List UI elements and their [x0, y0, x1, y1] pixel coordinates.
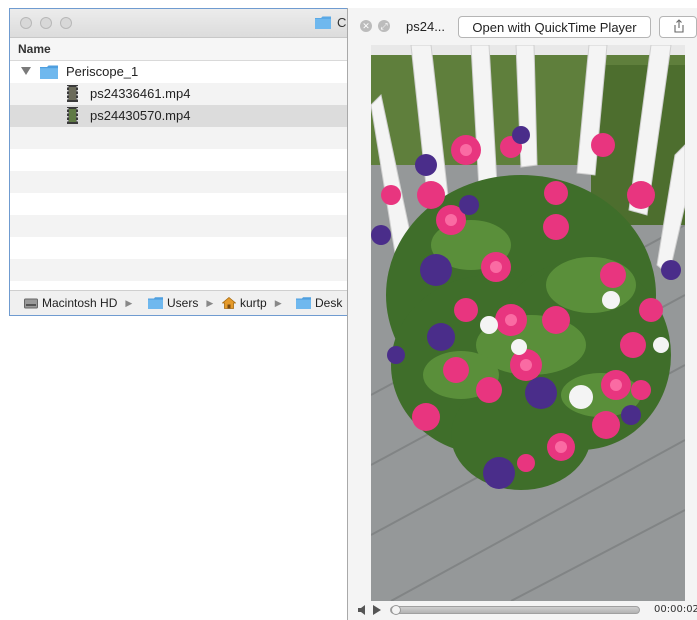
fullscreen-icon[interactable]: ⤢	[378, 20, 390, 32]
close-icon[interactable]: ✕	[360, 20, 372, 32]
chevron-right-icon: ▶	[206, 297, 214, 308]
path-item-label: Users	[167, 296, 199, 310]
path-bar: Macintosh HD ▶ Users ▶ kurtp ▶ Desk	[10, 290, 348, 315]
list-item[interactable]: ps24336461.mp4	[10, 83, 348, 105]
list-item-label: ps24336461.mp4	[90, 86, 191, 101]
share-icon	[674, 19, 684, 33]
folder-icon	[315, 16, 331, 29]
zoom-window-button[interactable]	[60, 17, 72, 29]
home-icon	[222, 297, 236, 309]
path-item-label: kurtp	[240, 296, 267, 310]
disclosure-triangle-icon[interactable]	[21, 67, 31, 75]
chevron-right-icon: ▶	[274, 297, 282, 308]
empty-row	[10, 127, 348, 149]
timecode: 00:00:02	[654, 604, 697, 615]
list-item-selected[interactable]: ps24430570.mp4	[10, 105, 348, 127]
empty-row	[10, 193, 348, 215]
path-item-macintosh-hd[interactable]: Macintosh HD ▶	[24, 296, 132, 310]
video-file-icon	[67, 85, 78, 102]
quicklook-toolbar: ✕ ⤢ ps24... Open with QuickTime Player	[348, 8, 697, 44]
scrubber-handle[interactable]	[391, 605, 401, 615]
hard-drive-icon	[24, 298, 38, 309]
column-header-name[interactable]: Name	[10, 38, 348, 61]
folder-icon	[148, 297, 163, 309]
file-list: Periscope_1 ps24336461.mp4 ps24430570.mp…	[10, 61, 348, 303]
finder-titlebar[interactable]: C	[10, 9, 348, 38]
list-item-label: Periscope_1	[66, 64, 139, 79]
close-window-button[interactable]	[20, 17, 32, 29]
list-item-label: ps24430570.mp4	[90, 108, 191, 123]
folder-icon	[296, 297, 311, 309]
finder-window: C Name Periscope_1 ps24336461.mp4 ps2443…	[9, 8, 349, 316]
video-controls: 00:00:02	[348, 601, 697, 620]
path-item-label: Desk	[315, 296, 343, 310]
video-file-icon	[67, 107, 78, 124]
quicklook-window: ✕ ⤢ ps24... Open with QuickTime Player 0…	[347, 8, 697, 620]
window-title: C	[337, 15, 347, 30]
chevron-right-icon: ▶	[125, 297, 133, 308]
share-button[interactable]	[659, 16, 697, 38]
list-item-folder[interactable]: Periscope_1	[10, 61, 348, 83]
empty-row	[10, 171, 348, 193]
volume-icon[interactable]	[358, 605, 368, 615]
video-still-image	[371, 45, 685, 601]
empty-row	[10, 259, 348, 281]
path-item-users[interactable]: Users ▶	[148, 296, 213, 310]
column-header-label: Name	[18, 42, 51, 56]
open-with-quicktime-button[interactable]: Open with QuickTime Player	[458, 16, 651, 38]
path-item-label: Macintosh HD	[42, 296, 118, 310]
empty-row	[10, 237, 348, 259]
empty-row	[10, 149, 348, 171]
path-item-desktop[interactable]: Desk	[296, 296, 342, 310]
folder-icon	[40, 65, 58, 79]
minimize-window-button[interactable]	[40, 17, 52, 29]
empty-row	[10, 215, 348, 237]
video-frame[interactable]	[371, 45, 685, 601]
quicklook-filename: ps24...	[406, 19, 446, 34]
play-icon[interactable]	[372, 605, 382, 615]
path-item-home[interactable]: kurtp ▶	[222, 296, 282, 310]
scrubber-bar[interactable]	[390, 605, 640, 615]
